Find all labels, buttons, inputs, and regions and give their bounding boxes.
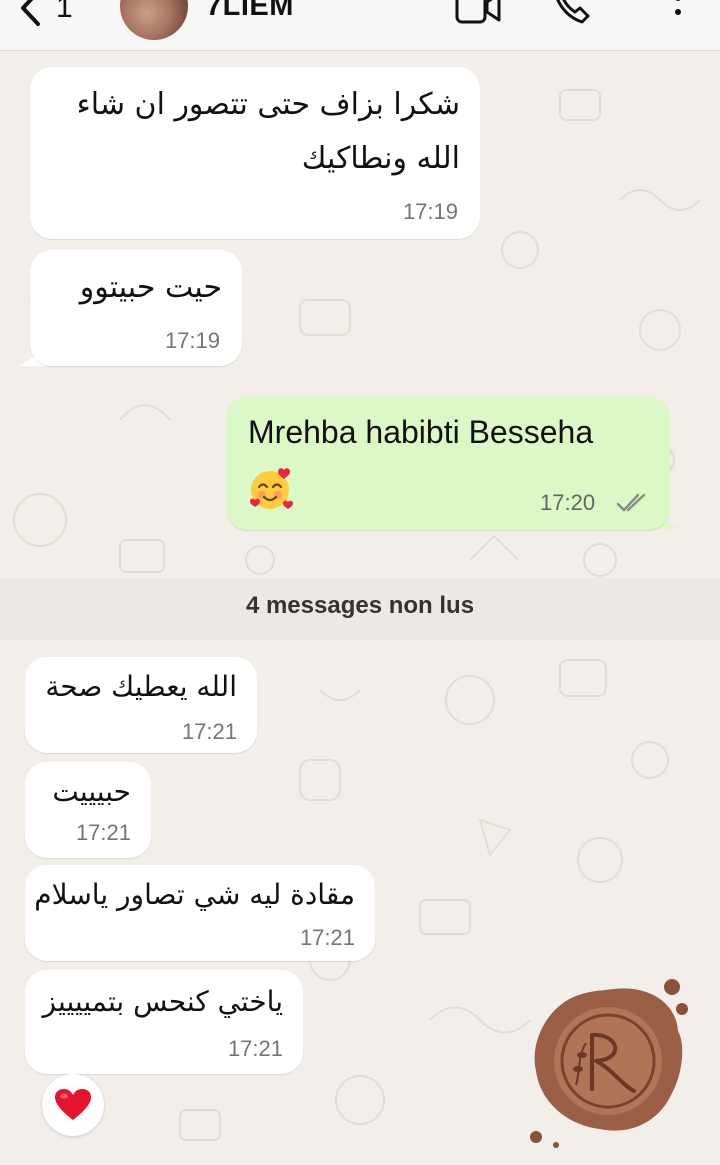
message-reaction[interactable] [42,1074,104,1136]
wax-seal-watermark [530,979,688,1148]
message-bubble-incoming[interactable]: ياختي كنحس بتمييييز 17:21 [25,970,303,1074]
message-bubble-outgoing[interactable]: Mrehba habibti Besseha 17:20 [226,396,670,530]
avatar[interactable] [120,0,188,40]
back-button[interactable]: 1 [18,0,88,30]
message-timestamp: 17:19 [402,199,458,224]
message-timestamp: 17:21 [75,820,131,845]
message-text: مقادة ليه شي تصاور ياسلام [34,878,355,911]
unread-messages-label: 4 messages non lus [245,592,475,619]
message-timestamp: 17:21 [299,925,355,950]
message-bubble-incoming[interactable]: مقادة ليه شي تصاور ياسلام 17:21 [25,865,375,961]
chat-header: 1 7LIEM [0,0,720,51]
video-call-button[interactable] [454,0,502,30]
red-heart-icon [55,1089,91,1120]
message-bubble-incoming[interactable]: حبيييت 17:21 [25,762,151,858]
unread-count: 1 [56,0,73,24]
contact-name[interactable]: 7LIEM [206,0,294,23]
message-timestamp: 17:19 [164,328,220,353]
message-bubble-incoming[interactable]: حيت حبيتوو 17:19 [30,250,242,366]
message-timestamp: 17:20 [540,490,596,515]
smiling-face-with-hearts-icon [250,468,293,509]
back-chevron-icon [21,0,40,26]
more-options-icon [675,0,681,15]
phone-call-icon [556,0,590,24]
message-text: الله يعطيك صحة [45,670,237,703]
message-timestamp: 17:21 [181,719,237,744]
message-bubble-incoming[interactable]: الله يعطيك صحة 17:21 [25,657,257,753]
message-timestamp: 17:21 [227,1036,283,1061]
message-text: شكرا بزاف حتى تتصور ان شاء [76,87,460,122]
voice-call-button[interactable] [550,0,594,30]
message-text: حيت حبيتوو [79,270,222,305]
message-bubble-incoming[interactable]: شكرا بزاف حتى تتصور ان شاء الله ونطاكيك … [30,67,480,239]
video-call-icon [455,0,501,24]
message-text: Mrehba habibti Besseha [248,414,594,450]
message-text: الله ونطاكيك [301,141,460,176]
message-text: ياختي كنحس بتمييييز [42,985,283,1018]
message-text: حبيييت [52,775,131,808]
read-receipt-icon [616,493,646,512]
more-options-button[interactable] [668,0,688,30]
